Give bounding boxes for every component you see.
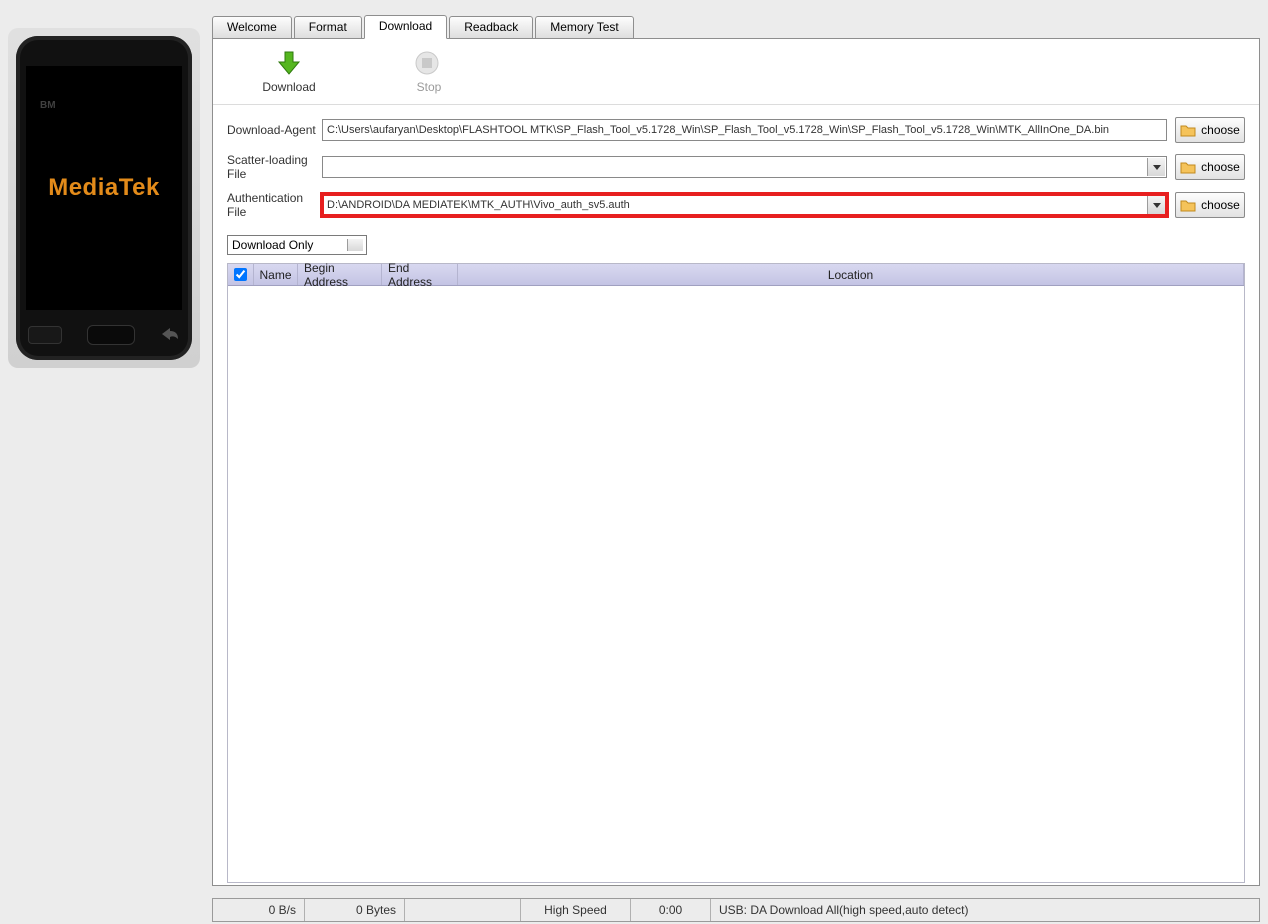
tab-welcome[interactable]: Welcome [212, 16, 292, 40]
auth-file-field[interactable]: D:\ANDROID\DA MEDIATEK\MTK_AUTH\Vivo_aut… [322, 194, 1167, 216]
tab-format[interactable]: Format [294, 16, 362, 40]
download-tab-content: Download Stop Download-Agent C:\Users\au… [212, 38, 1260, 886]
table-header: Name Begin Address End Address Location [228, 264, 1244, 286]
auth-file-row: Authentication File D:\ANDROID\DA MEDIAT… [227, 191, 1245, 219]
tab-label: Memory Test [550, 20, 618, 34]
file-paths-form: Download-Agent C:\Users\aufaryan\Desktop… [213, 105, 1259, 235]
folder-icon [1180, 199, 1196, 212]
status-usb: USB: DA Download All(high speed,auto det… [711, 899, 1259, 921]
chevron-down-icon [351, 243, 359, 248]
choose-label: choose [1201, 160, 1240, 174]
status-speed: High Speed [521, 899, 631, 921]
main-area: Welcome Format Download Readback Memory … [210, 14, 1262, 924]
phone-brand-logo: MediaTek [48, 174, 160, 202]
status-empty [405, 899, 521, 921]
phone-buttons [16, 320, 192, 350]
phone-bm-label: BM [40, 100, 56, 111]
download-agent-value: C:\Users\aufaryan\Desktop\FLASHTOOL MTK\… [327, 124, 1109, 136]
column-checkbox[interactable] [228, 264, 254, 285]
folder-icon [1180, 161, 1196, 174]
phone-screen: BM MediaTek [26, 66, 182, 310]
download-mode-value: Download Only [232, 238, 313, 252]
folder-icon [1180, 124, 1196, 137]
scatter-file-row: Scatter-loading File choose [227, 153, 1245, 181]
download-mode-select[interactable]: Download Only [227, 235, 367, 255]
phone-home-button [87, 325, 135, 345]
status-bar: 0 B/s 0 Bytes High Speed 0:00 USB: DA Do… [212, 898, 1260, 922]
tab-label: Readback [464, 20, 518, 34]
auth-dropdown-button[interactable] [1147, 196, 1165, 214]
choose-label: choose [1201, 198, 1240, 212]
stop-icon [414, 50, 444, 76]
device-preview: BM MediaTek [8, 28, 200, 368]
tab-download[interactable]: Download [364, 15, 447, 39]
download-arrow-icon [274, 50, 304, 76]
mode-row: Download Only [213, 235, 1259, 261]
tab-bar: Welcome Format Download Readback Memory … [210, 14, 1262, 38]
download-agent-row: Download-Agent C:\Users\aufaryan\Desktop… [227, 117, 1245, 143]
auth-file-label: Authentication File [227, 191, 322, 219]
tab-memory-test[interactable]: Memory Test [535, 16, 633, 40]
stop-button-label: Stop [389, 80, 469, 94]
stop-button[interactable]: Stop [389, 50, 469, 94]
scatter-file-label: Scatter-loading File [227, 153, 322, 181]
phone-menu-button [28, 326, 62, 344]
select-all-checkbox[interactable] [234, 268, 247, 281]
table-body [228, 286, 1244, 882]
download-agent-choose-button[interactable]: choose [1175, 117, 1245, 143]
scatter-file-field[interactable] [322, 156, 1167, 178]
auth-choose-button[interactable]: choose [1175, 192, 1245, 218]
tab-readback[interactable]: Readback [449, 16, 533, 40]
partition-table: Name Begin Address End Address Location [227, 263, 1245, 883]
tab-label: Welcome [227, 20, 277, 34]
column-name[interactable]: Name [254, 264, 298, 285]
status-time: 0:00 [631, 899, 711, 921]
auth-file-value: D:\ANDROID\DA MEDIATEK\MTK_AUTH\Vivo_aut… [327, 199, 630, 211]
phone-back-button [160, 325, 180, 346]
column-begin-address[interactable]: Begin Address [298, 264, 382, 285]
status-transfer-rate: 0 B/s [213, 899, 305, 921]
column-location[interactable]: Location [458, 264, 1244, 285]
scatter-choose-button[interactable]: choose [1175, 154, 1245, 180]
toolbar: Download Stop [213, 39, 1259, 105]
download-button[interactable]: Download [249, 50, 329, 94]
choose-label: choose [1201, 123, 1240, 137]
scatter-dropdown-button[interactable] [1147, 158, 1165, 176]
column-end-address[interactable]: End Address [382, 264, 458, 285]
phone-frame: BM MediaTek [16, 36, 192, 360]
tab-label: Format [309, 20, 347, 34]
download-agent-label: Download-Agent [227, 123, 322, 137]
tab-label: Download [379, 19, 432, 33]
status-bytes: 0 Bytes [305, 899, 405, 921]
download-button-label: Download [249, 80, 329, 94]
download-agent-field[interactable]: C:\Users\aufaryan\Desktop\FLASHTOOL MTK\… [322, 119, 1167, 141]
